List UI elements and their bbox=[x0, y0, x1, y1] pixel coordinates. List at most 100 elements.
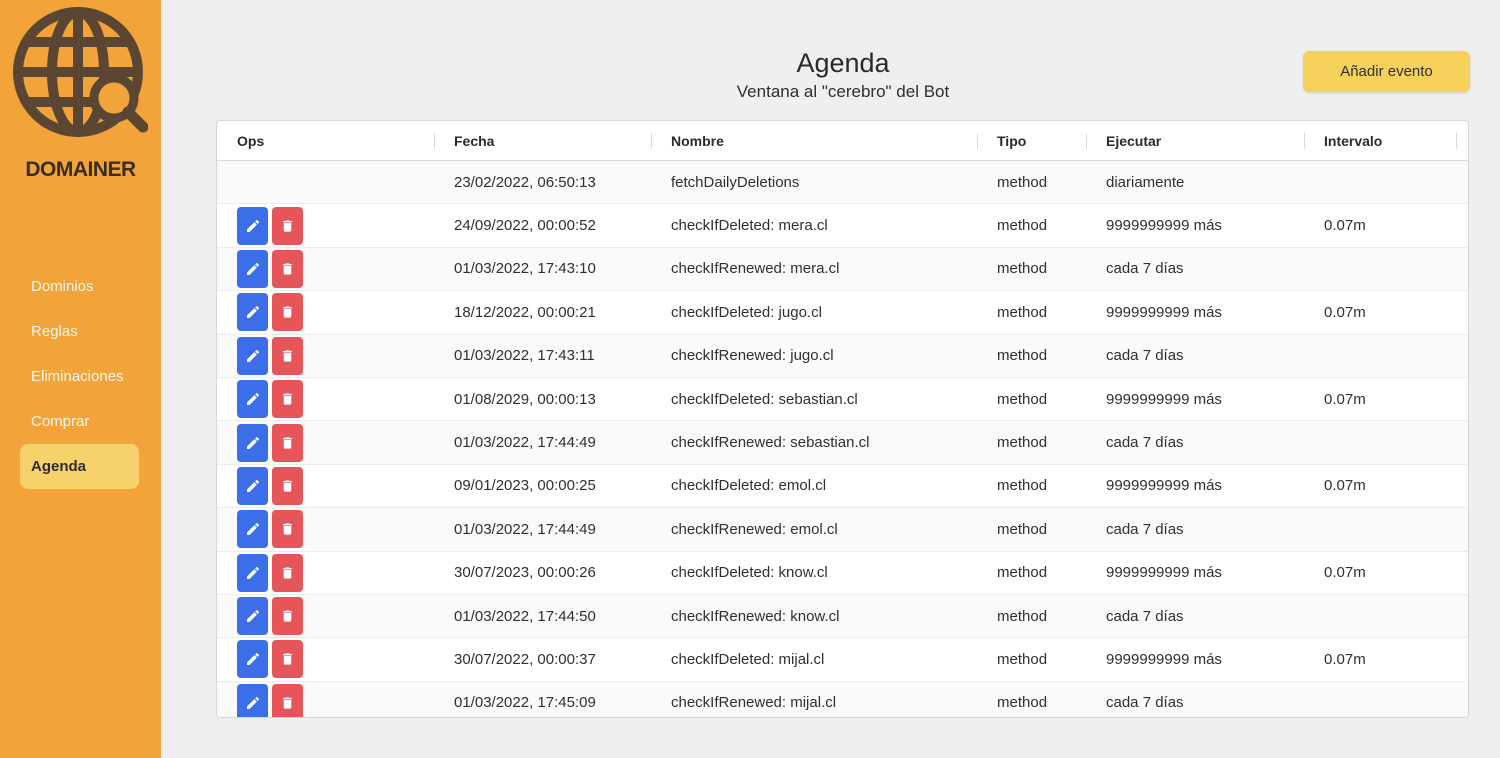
fecha-cell: 24/09/2022, 00:00:52 bbox=[454, 217, 596, 235]
fecha-cell: 01/03/2022, 17:44:50 bbox=[454, 607, 596, 625]
ejecutar-cell: diariamente bbox=[1106, 173, 1185, 191]
delete-button[interactable] bbox=[272, 380, 303, 419]
ops-cell bbox=[217, 595, 434, 637]
table-row[interactable]: 01/03/2022, 17:44:49 checkIfRenewed: seba… bbox=[217, 421, 1468, 465]
fecha-cell: 23/02/2022, 06:50:13 bbox=[454, 173, 596, 191]
ops-cell bbox=[217, 465, 434, 507]
table-row[interactable]: 01/03/2022, 17:45:09 checkIfRenewed: mija… bbox=[217, 681, 1468, 717]
table-row[interactable]: 18/12/2022, 00:00:21 checkIfDeleted: jugo… bbox=[217, 291, 1468, 335]
delete-button[interactable] bbox=[272, 640, 303, 679]
table-header: Ops Fecha Nombre Tipo Ejecutar Intervalo bbox=[217, 121, 1468, 161]
tipo-cell: method bbox=[997, 564, 1048, 582]
sidebar-nav: Dominios Reglas Eliminaciones Comprar Agenda bbox=[20, 264, 139, 489]
ejecutar-cell: 9999999999 más bbox=[1106, 303, 1222, 321]
fecha-cell: 01/03/2022, 17:44:49 bbox=[454, 434, 596, 452]
delete-button[interactable] bbox=[272, 423, 303, 462]
delete-button[interactable] bbox=[272, 336, 303, 375]
delete-button[interactable] bbox=[272, 249, 303, 288]
row-actions bbox=[237, 423, 303, 462]
ejecutar-cell: 9999999999 más bbox=[1106, 477, 1222, 495]
pencil-icon bbox=[245, 391, 261, 407]
ejecutar-cell: cada 7 días bbox=[1106, 607, 1184, 625]
edit-button[interactable] bbox=[237, 423, 268, 462]
pencil-icon bbox=[245, 565, 261, 581]
row-actions bbox=[237, 510, 303, 549]
nombre-cell: checkIfRenewed: jugo.cl bbox=[671, 347, 834, 365]
edit-button[interactable] bbox=[237, 683, 268, 717]
column-header-intervalo[interactable]: Intervalo bbox=[1304, 121, 1456, 160]
delete-button[interactable] bbox=[272, 597, 303, 636]
ops-cell bbox=[217, 552, 434, 594]
column-header-nombre[interactable]: Nombre bbox=[651, 121, 977, 160]
nombre-cell: checkIfDeleted: mijal.cl bbox=[671, 650, 825, 668]
ops-cell bbox=[217, 421, 434, 463]
tipo-cell: method bbox=[997, 390, 1048, 408]
edit-button[interactable] bbox=[237, 553, 268, 592]
edit-button[interactable] bbox=[237, 640, 268, 679]
pencil-icon bbox=[245, 478, 261, 494]
sidebar-item-reglas[interactable]: Reglas bbox=[20, 309, 139, 354]
delete-button[interactable] bbox=[272, 510, 303, 549]
sidebar-item-agenda[interactable]: Agenda bbox=[20, 444, 139, 489]
delete-button[interactable] bbox=[272, 553, 303, 592]
trash-icon bbox=[280, 218, 295, 234]
edit-button[interactable] bbox=[237, 336, 268, 375]
table-row[interactable]: 30/07/2023, 00:00:26 checkIfDeleted: know… bbox=[217, 552, 1468, 595]
nombre-cell: checkIfDeleted: emol.cl bbox=[671, 477, 827, 495]
tipo-cell: method bbox=[997, 217, 1048, 235]
trash-icon bbox=[280, 435, 295, 451]
fecha-cell: 01/03/2022, 17:45:09 bbox=[454, 694, 596, 712]
trash-icon bbox=[280, 565, 295, 581]
pencil-icon bbox=[245, 218, 261, 234]
ops-cell bbox=[217, 204, 434, 246]
table-row[interactable]: 09/01/2023, 00:00:25 checkIfDeleted: emol… bbox=[217, 465, 1468, 509]
events-table: Ops Fecha Nombre Tipo Ejecutar Intervalo… bbox=[216, 120, 1469, 718]
column-header-ejecutar[interactable]: Ejecutar bbox=[1086, 121, 1304, 160]
edit-button[interactable] bbox=[237, 380, 268, 419]
ejecutar-cell: 9999999999 más bbox=[1106, 564, 1222, 582]
intervalo-cell bbox=[1304, 508, 1456, 550]
column-header-tipo[interactable]: Tipo bbox=[977, 121, 1086, 160]
edit-button[interactable] bbox=[237, 510, 268, 549]
delete-button[interactable] bbox=[272, 466, 303, 505]
tipo-cell: method bbox=[997, 520, 1048, 538]
pencil-icon bbox=[245, 695, 261, 711]
trash-icon bbox=[280, 521, 295, 537]
column-header-ops[interactable]: Ops bbox=[217, 121, 434, 160]
nombre-cell: checkIfDeleted: jugo.cl bbox=[671, 303, 822, 321]
edit-button[interactable] bbox=[237, 293, 268, 332]
table-row[interactable]: 01/03/2022, 17:44:49 checkIfRenewed: emol… bbox=[217, 508, 1468, 552]
column-separator[interactable] bbox=[1456, 133, 1457, 149]
add-event-button[interactable]: Añadir evento bbox=[1303, 51, 1470, 92]
table-row[interactable]: 24/09/2022, 00:00:52 checkIfDeleted: mera… bbox=[217, 204, 1468, 248]
nombre-cell: checkIfDeleted: sebastian.cl bbox=[671, 390, 858, 408]
edit-button[interactable] bbox=[237, 206, 268, 245]
table-row[interactable]: 01/03/2022, 17:43:11 checkIfRenewed: jugo… bbox=[217, 334, 1468, 378]
table-row[interactable]: 01/03/2022, 17:44:50 checkIfRenewed: know… bbox=[217, 594, 1468, 639]
globe-search-icon bbox=[13, 7, 148, 137]
table-row[interactable]: 23/02/2022, 06:50:13 fetchDailyDeletions m… bbox=[217, 161, 1468, 205]
edit-button[interactable] bbox=[237, 466, 268, 505]
intervalo-cell: 0.07m bbox=[1324, 564, 1366, 582]
trash-icon bbox=[280, 651, 295, 667]
sidebar-item-comprar[interactable]: Comprar bbox=[20, 399, 139, 444]
sidebar-item-eliminaciones[interactable]: Eliminaciones bbox=[20, 354, 139, 399]
nombre-cell: checkIfRenewed: sebastian.cl bbox=[671, 434, 870, 452]
intervalo-cell: 0.07m bbox=[1324, 650, 1366, 668]
trash-icon bbox=[280, 478, 295, 494]
delete-button[interactable] bbox=[272, 293, 303, 332]
column-header-fecha[interactable]: Fecha bbox=[434, 121, 651, 160]
nombre-cell: checkIfRenewed: mera.cl bbox=[671, 260, 840, 278]
trash-icon bbox=[280, 391, 295, 407]
delete-button[interactable] bbox=[272, 683, 303, 717]
edit-button[interactable] bbox=[237, 597, 268, 636]
ejecutar-cell: cada 7 días bbox=[1106, 694, 1184, 712]
sidebar-item-dominios[interactable]: Dominios bbox=[20, 264, 139, 309]
tipo-cell: method bbox=[997, 173, 1048, 191]
ejecutar-cell: cada 7 días bbox=[1106, 347, 1184, 365]
table-row[interactable]: 01/03/2022, 17:43:10 checkIfRenewed: mera… bbox=[217, 247, 1468, 292]
table-row[interactable]: 30/07/2022, 00:00:37 checkIfDeleted: mija… bbox=[217, 638, 1468, 682]
delete-button[interactable] bbox=[272, 206, 303, 245]
edit-button[interactable] bbox=[237, 249, 268, 288]
table-row[interactable]: 01/08/2029, 00:00:13 checkIfDeleted: seba… bbox=[217, 378, 1468, 422]
